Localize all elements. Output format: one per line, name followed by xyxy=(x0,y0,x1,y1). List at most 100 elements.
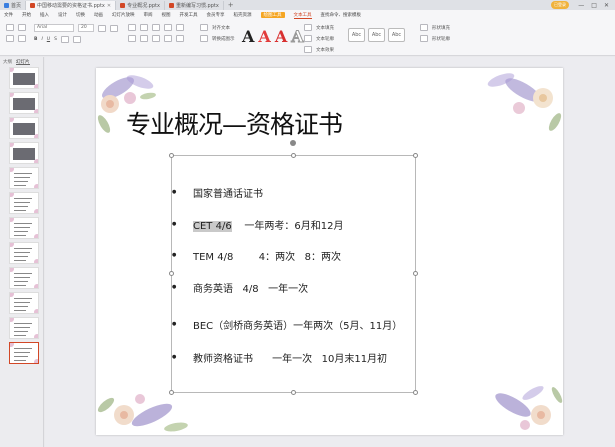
close-tab-icon[interactable]: ✕ xyxy=(107,3,111,9)
font-size-select[interactable]: 20 xyxy=(78,24,94,32)
slide-thumbnail[interactable] xyxy=(9,217,39,239)
menu-file[interactable]: 文件 xyxy=(4,12,13,18)
bold-icon[interactable]: B xyxy=(34,37,37,42)
list-item[interactable]: BEC（剑桥商务英语）一年两次（5月、11月） xyxy=(193,317,402,332)
bullet-icon: ● xyxy=(172,189,177,195)
slide-thumbnail[interactable] xyxy=(9,67,39,89)
italic-icon[interactable]: I xyxy=(41,37,42,42)
font-color-icon[interactable] xyxy=(60,36,69,43)
resize-handle-bottom[interactable] xyxy=(291,390,296,395)
increase-font-icon[interactable] xyxy=(98,24,106,32)
tab-outline[interactable]: 大纲 xyxy=(3,59,12,65)
slide-thumbnail[interactable] xyxy=(9,167,39,189)
shape-outline-icon[interactable] xyxy=(420,35,428,42)
highlight-icon[interactable] xyxy=(72,36,81,43)
align-text-label[interactable]: 对齐文本 xyxy=(212,25,230,31)
user-badge[interactable]: 已登录 xyxy=(551,1,569,9)
menu-member[interactable]: 会员专享 xyxy=(207,12,225,18)
strikethrough-icon[interactable]: S xyxy=(54,37,57,42)
tab-document[interactable]: 重新编写习惯.pptx xyxy=(165,1,224,10)
list-item[interactable]: 商务英语 4/8 一年一次 xyxy=(193,280,308,295)
slide-thumbnail[interactable] xyxy=(9,117,39,139)
slide-thumbnail[interactable] xyxy=(9,342,39,364)
menu-slideshow[interactable]: 幻灯片放映 xyxy=(112,12,135,18)
maximize-icon[interactable]: □ xyxy=(591,2,597,9)
floral-decoration-bottom-right xyxy=(495,386,563,430)
resize-handle-right[interactable] xyxy=(413,271,418,276)
indent-icon[interactable] xyxy=(152,24,160,31)
tab-document[interactable]: 专业概况.pptx xyxy=(116,1,165,10)
align-left-icon[interactable] xyxy=(128,35,136,42)
copy-icon[interactable] xyxy=(18,35,26,42)
slide-thumbnail[interactable] xyxy=(9,267,39,289)
numbering-icon[interactable] xyxy=(140,24,148,31)
menu-review[interactable]: 审阅 xyxy=(144,12,153,18)
menu-view[interactable]: 视图 xyxy=(162,12,171,18)
format-painter-icon[interactable] xyxy=(18,24,26,31)
slide-thumbnail[interactable] xyxy=(9,317,39,339)
resize-handle-bottom-left[interactable] xyxy=(169,390,174,395)
bullets-icon[interactable] xyxy=(128,24,136,31)
list-item[interactable]: 国家普通话证书 xyxy=(193,185,263,200)
line-spacing-icon[interactable] xyxy=(176,24,184,31)
convert-art-label[interactable]: 转换成图示 xyxy=(212,36,235,42)
slide-thumbnail[interactable] xyxy=(9,242,39,264)
menu-home[interactable]: 开始 xyxy=(22,12,31,18)
current-slide[interactable]: 专业概况—资格证书 ● 国家普通话证书 ● CET 4/6 一年两考：6月和12… xyxy=(96,68,563,435)
underline-icon[interactable]: U xyxy=(47,37,50,42)
distribute-icon[interactable] xyxy=(176,35,184,42)
rotate-handle[interactable] xyxy=(290,140,296,146)
justify-icon[interactable] xyxy=(164,35,172,42)
resize-handle-top-right[interactable] xyxy=(413,153,418,158)
menu-design[interactable]: 设计 xyxy=(58,12,67,18)
list-item[interactable]: TEM 4/8 4：两次 8：两次 xyxy=(193,248,341,263)
text-fill-icon[interactable] xyxy=(304,24,312,31)
slide-thumbnail[interactable] xyxy=(9,192,39,214)
resize-handle-top-left[interactable] xyxy=(169,153,174,158)
menu-developer[interactable]: 开发工具 xyxy=(180,12,198,18)
text-direction-icon[interactable] xyxy=(200,24,208,31)
menu-animation[interactable]: 动画 xyxy=(94,12,103,18)
shape-style-1[interactable]: Abc xyxy=(348,28,365,42)
selected-text[interactable]: CET 4/6 xyxy=(193,221,232,232)
menu-transition[interactable]: 切换 xyxy=(76,12,85,18)
menu-drawing-tools[interactable]: 绘图工具 xyxy=(260,12,285,18)
menu-docer[interactable]: 稻壳资源 xyxy=(234,12,252,18)
slide-thumbnail[interactable] xyxy=(9,92,39,114)
text-outline-icon[interactable] xyxy=(304,35,312,42)
decrease-font-icon[interactable] xyxy=(110,24,118,32)
menu-insert[interactable]: 插入 xyxy=(40,12,49,18)
align-right-icon[interactable] xyxy=(152,35,160,42)
cut-icon[interactable] xyxy=(6,35,14,42)
resize-handle-bottom-right[interactable] xyxy=(413,390,418,395)
shape-style-2[interactable]: Abc xyxy=(368,28,385,42)
new-tab-icon[interactable]: + xyxy=(224,1,238,9)
smartart-icon[interactable] xyxy=(200,35,208,42)
outdent-icon[interactable] xyxy=(164,24,172,31)
list-item[interactable]: CET 4/6 一年两考：6月和12月 xyxy=(193,217,344,232)
thumbnail-text-line xyxy=(14,248,32,249)
shape-fill-icon[interactable] xyxy=(420,24,428,31)
wordart-style-outline[interactable]: A xyxy=(291,28,304,45)
font-name-select[interactable]: Arial xyxy=(34,24,74,32)
resize-handle-left[interactable] xyxy=(169,271,174,276)
tab-slides[interactable]: 幻灯片 xyxy=(16,59,30,65)
tab-document-active[interactable]: 中国移动需要的资格证书.pptx ✕ xyxy=(26,1,117,10)
minimize-icon[interactable]: — xyxy=(578,2,584,9)
paste-icon[interactable] xyxy=(6,24,14,31)
list-item[interactable]: 教师资格证书 一年一次 10月末11月初 xyxy=(193,350,387,365)
resize-handle-top[interactable] xyxy=(291,153,296,158)
align-center-icon[interactable] xyxy=(140,35,148,42)
menu-text-tools[interactable]: 文本工具 xyxy=(293,12,312,19)
slide-title[interactable]: 专业概况—资格证书 xyxy=(126,105,343,141)
search-command[interactable]: 查找命令、搜索模板 xyxy=(321,12,362,18)
close-icon[interactable]: ✕ xyxy=(604,2,609,9)
wordart-style-red[interactable]: A xyxy=(258,29,270,45)
slide-thumbnail[interactable] xyxy=(9,142,39,164)
wordart-style-black[interactable]: A xyxy=(242,29,254,45)
shape-style-3[interactable]: Abc xyxy=(388,28,405,42)
text-effect-icon[interactable] xyxy=(304,46,312,53)
wordart-style-red-bold[interactable]: A xyxy=(275,29,287,45)
slide-thumbnail[interactable] xyxy=(9,292,39,314)
tab-home[interactable]: 首页 xyxy=(0,1,27,10)
